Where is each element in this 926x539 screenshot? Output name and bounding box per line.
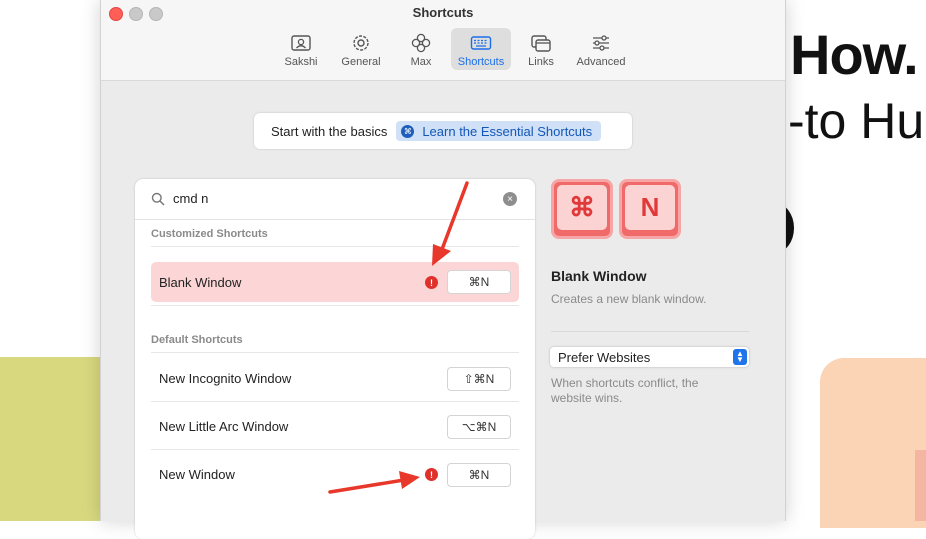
background-green-block (0, 357, 110, 521)
chevron-up-down-icon: ▲ ▼ (733, 349, 747, 365)
shortcut-key-field[interactable]: ⌘N (447, 463, 511, 487)
keyboard-icon (470, 36, 492, 50)
background-headline: How. (790, 23, 919, 86)
tab-label: Max (410, 56, 432, 68)
shortcut-key-field[interactable]: ⇧⌘N (447, 367, 511, 391)
customized-shortcuts-heading: Customized Shortcuts (151, 228, 268, 240)
select-value: Prefer Websites (558, 349, 651, 365)
tab-sakshi[interactable]: Sakshi (271, 28, 331, 70)
shortcut-key-field[interactable]: ⌥⌘N (447, 415, 511, 439)
basics-banner: Start with the basics ⌘ Learn the Essent… (254, 113, 632, 149)
shortcut-key-field[interactable]: ⌘N (447, 270, 511, 294)
divider (151, 352, 519, 353)
basics-text: Start with the basics (271, 123, 388, 139)
tab-links[interactable]: Links (511, 28, 571, 70)
background-peach-block (820, 358, 926, 528)
window-toolbar: Shortcuts Sakshi General Max Shortcuts L… (101, 0, 785, 81)
sliders-icon (593, 35, 609, 51)
learn-shortcuts-label: Learn the Essential Shortcuts (422, 123, 593, 139)
clear-search-icon[interactable]: × (503, 192, 517, 206)
conflict-warning-icon: ! (425, 276, 438, 289)
divider (151, 305, 519, 306)
detail-title: Blank Window (551, 268, 647, 284)
profile-card-icon (291, 35, 311, 51)
shortcuts-window: Shortcuts Sakshi General Max Shortcuts L… (100, 0, 786, 539)
detail-description: Creates a new blank window. (551, 292, 707, 306)
conflict-note: When shortcuts conflict, the website win… (551, 376, 699, 405)
tab-label: Sakshi (284, 56, 318, 68)
gear-icon (353, 35, 369, 51)
tab-max[interactable]: Max (391, 28, 451, 70)
command-key-icon: ⌘ (551, 179, 613, 239)
command-icon: ⌘ (401, 124, 415, 138)
shortcut-label: Blank Window (159, 274, 242, 290)
conflict-warning-icon: ! (425, 468, 438, 481)
shortcut-row-new-window[interactable]: New Window ! ⌘N (151, 454, 519, 494)
tab-shortcuts[interactable]: Shortcuts (451, 28, 511, 70)
divider (151, 449, 519, 450)
shortcut-row-new-incognito-window[interactable]: New Incognito Window ⇧⌘N (151, 358, 519, 398)
tab-label: Advanced (576, 56, 626, 68)
shortcut-label: New Incognito Window (159, 370, 292, 386)
background-subheadline: -to Hu (788, 93, 925, 149)
flower-icon (411, 33, 431, 53)
search-input[interactable] (171, 190, 495, 207)
background-peach-edge (915, 450, 926, 521)
divider (151, 246, 519, 247)
key-glyph: ⌘ (557, 185, 607, 230)
tab-general[interactable]: General (331, 28, 391, 70)
window-title: Shortcuts (412, 5, 474, 20)
tab-advanced[interactable]: Advanced (571, 28, 631, 70)
shortcut-row-blank-window[interactable]: Blank Window ! ⌘N (151, 262, 519, 302)
learn-shortcuts-button[interactable]: ⌘ Learn the Essential Shortcuts (396, 121, 602, 141)
shortcut-label: New Little Arc Window (159, 418, 289, 434)
shortcut-label: New Window (159, 466, 235, 482)
settings-tabs: Sakshi General Max Shortcuts Links Advan… (271, 28, 631, 70)
divider (551, 331, 749, 332)
default-shortcuts-heading: Default Shortcuts (151, 334, 243, 346)
tab-label: Links (528, 56, 554, 68)
shortcut-row-new-little-arc-window[interactable]: New Little Arc Window ⌥⌘N (151, 406, 519, 446)
divider (151, 401, 519, 402)
links-icon (531, 35, 551, 52)
search-bar: × (135, 179, 535, 220)
n-key-icon: N (619, 179, 681, 239)
shortcuts-list-panel: × Customized Shortcuts Blank Window ! ⌘N… (135, 179, 535, 539)
conflict-preference-select[interactable]: Prefer Websites ▲ ▼ (550, 347, 749, 367)
search-icon (151, 192, 165, 206)
key-glyph: N (625, 185, 675, 230)
tab-label: Shortcuts (457, 56, 505, 68)
tab-label: General (341, 56, 381, 68)
